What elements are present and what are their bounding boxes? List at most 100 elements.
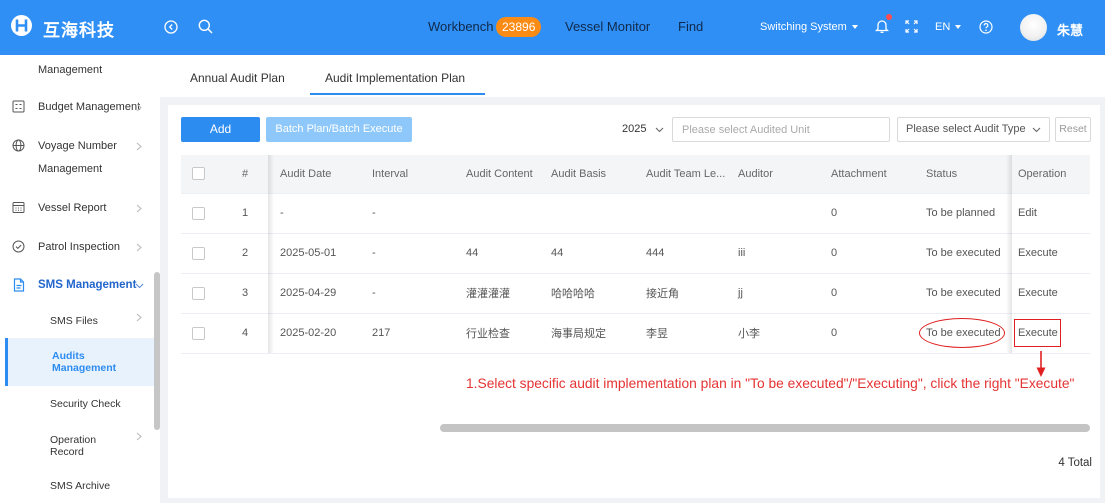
execute-link[interactable]: Execute xyxy=(1012,273,1090,314)
sidebar-subitem-sms-archive[interactable]: SMS Archive xyxy=(50,480,110,493)
fullscreen-icon[interactable] xyxy=(905,20,918,33)
cell-audit-date: 2025-02-20 xyxy=(268,313,362,354)
cell-interval: 217 xyxy=(362,313,455,354)
annotation-instruction-text: 1.Select specific audit implementation p… xyxy=(466,376,1075,391)
tab-audit-implementation-plan[interactable]: Audit Implementation Plan xyxy=(325,71,465,85)
document-icon xyxy=(12,278,26,292)
header-checkbox-cell xyxy=(181,155,225,194)
sidebar-subitem-audits-management-label: Audits Management xyxy=(52,350,117,374)
table-header-row: # Audit Date Interval Audit Content Audi… xyxy=(181,155,1090,194)
sidebar-subitem-security-check[interactable]: Security Check xyxy=(50,398,121,411)
table-row: 1 - - 0 To be planned Edit xyxy=(181,193,1090,234)
execute-link[interactable]: Execute xyxy=(1012,233,1090,274)
help-icon[interactable] xyxy=(979,20,993,34)
cell-number: 4 xyxy=(225,313,268,354)
cell-audit-team-leader: 李昱 xyxy=(635,313,727,354)
year-select-value: 2025 xyxy=(622,123,647,135)
sidebar-item-sms-management[interactable]: SMS Management xyxy=(38,279,136,292)
cell-checkbox xyxy=(181,193,225,234)
cell-audit-team-leader: 444 xyxy=(635,233,727,274)
annotation-status-ellipse xyxy=(919,318,1005,348)
row-checkbox[interactable] xyxy=(192,286,205,300)
column-header-auditor: Auditor xyxy=(727,155,820,194)
cell-number: 2 xyxy=(225,233,268,274)
nav-vessel-monitor[interactable]: Vessel Monitor xyxy=(565,19,650,34)
tab-bar: Annual Audit Plan Audit Implementation P… xyxy=(160,55,1105,97)
active-tab-underline xyxy=(310,93,485,95)
cell-auditor xyxy=(727,193,820,234)
column-header-audit-date: Audit Date xyxy=(268,155,362,194)
cell-audit-team-leader: 接近角 xyxy=(635,273,727,314)
row-checkbox[interactable] xyxy=(192,206,205,220)
chevron-right-icon xyxy=(136,432,142,441)
column-header-status: Status xyxy=(915,155,1012,194)
caret-down-icon xyxy=(851,25,858,30)
cell-attachment-link[interactable]: 0 xyxy=(820,193,915,234)
cell-status: To be planned xyxy=(915,193,1012,234)
check-circle-icon xyxy=(12,240,25,253)
language-dropdown[interactable]: EN xyxy=(935,21,962,33)
column-header-interval: Interval xyxy=(362,155,455,194)
add-button[interactable]: Add xyxy=(181,117,260,142)
calendar-icon xyxy=(12,201,25,214)
chevron-right-icon xyxy=(136,142,142,151)
table-row: 2 2025-05-01 - 44 44 444 iii 0 To be exe… xyxy=(181,233,1090,274)
tab-annual-audit-plan[interactable]: Annual Audit Plan xyxy=(190,71,285,85)
column-header-audit-content: Audit Content xyxy=(455,155,540,194)
company-logo-text: 互海科技 xyxy=(43,21,115,40)
cell-audit-content xyxy=(455,193,540,234)
switching-system-label: Switching System xyxy=(760,21,847,33)
row-checkbox[interactable] xyxy=(192,246,205,260)
cell-auditor: 小李 xyxy=(727,313,820,354)
cell-audit-team-leader xyxy=(635,193,727,234)
cell-audit-content: 行业检查 xyxy=(455,313,540,354)
switching-system-dropdown[interactable]: Switching System xyxy=(760,21,858,33)
user-name[interactable]: 朱慧 xyxy=(1057,20,1083,39)
grid-icon xyxy=(12,100,25,113)
nav-workbench[interactable]: Workbench xyxy=(428,19,494,34)
cell-audit-content: 44 xyxy=(455,233,540,274)
cell-interval: - xyxy=(362,193,455,234)
row-checkbox[interactable] xyxy=(192,326,205,340)
sidebar-subitem-operation-record[interactable]: Operation Record xyxy=(50,434,120,458)
search-icon[interactable] xyxy=(198,19,213,34)
sidebar-scrollbar[interactable] xyxy=(154,272,160,430)
cell-attachment-link[interactable]: 0 xyxy=(820,233,915,274)
cell-attachment-link[interactable]: 0 xyxy=(820,273,915,314)
user-avatar[interactable] xyxy=(1020,14,1047,41)
annotation-arrow-down-icon xyxy=(1034,350,1048,378)
audit-type-select[interactable]: Please select Audit Type xyxy=(897,117,1050,142)
sidebar-item-management[interactable]: Management xyxy=(38,64,102,77)
cell-audit-basis: 44 xyxy=(540,233,635,274)
collapse-menu-icon[interactable] xyxy=(164,20,178,34)
cell-audit-date: 2025-05-01 xyxy=(268,233,362,274)
sidebar-subitem-sms-files[interactable]: SMS Files xyxy=(50,315,98,328)
audited-unit-input[interactable] xyxy=(672,117,890,142)
cell-number: 1 xyxy=(225,193,268,234)
sidebar-item-patrol-inspection[interactable]: Patrol Inspection xyxy=(38,241,120,254)
chevron-right-icon xyxy=(136,313,142,322)
cell-checkbox xyxy=(181,273,225,314)
sidebar-item-vessel-report[interactable]: Vessel Report xyxy=(38,202,106,215)
sidebar-item-budget-management[interactable]: Budget Management xyxy=(38,101,140,114)
notification-bell-icon[interactable] xyxy=(875,18,889,34)
table-horizontal-scrollbar[interactable] xyxy=(440,424,1090,432)
cell-auditor: iii xyxy=(727,233,820,274)
batch-plan-execute-button[interactable]: Batch Plan/Batch Execute xyxy=(266,117,412,142)
cell-audit-basis: 海事局规定 xyxy=(540,313,635,354)
edit-link[interactable]: Edit xyxy=(1012,193,1090,234)
sidebar-item-voyage-number-management[interactable]: Voyage Number Management xyxy=(38,135,133,181)
column-header-audit-team-leader: Audit Team Le... xyxy=(635,155,727,194)
company-logo-icon xyxy=(10,14,33,37)
cell-attachment-link[interactable]: 0 xyxy=(820,313,915,354)
globe-icon xyxy=(12,139,25,152)
nav-find[interactable]: Find xyxy=(678,19,703,34)
cell-checkbox xyxy=(181,313,225,354)
reset-button[interactable]: Reset xyxy=(1055,117,1091,142)
cell-interval: - xyxy=(362,233,455,274)
chevron-down-icon xyxy=(135,283,144,289)
fixed-column-shadow-right xyxy=(1006,155,1012,353)
language-label: EN xyxy=(935,21,951,33)
select-all-checkbox[interactable] xyxy=(192,167,205,181)
year-select[interactable]: 2025 xyxy=(612,117,668,142)
